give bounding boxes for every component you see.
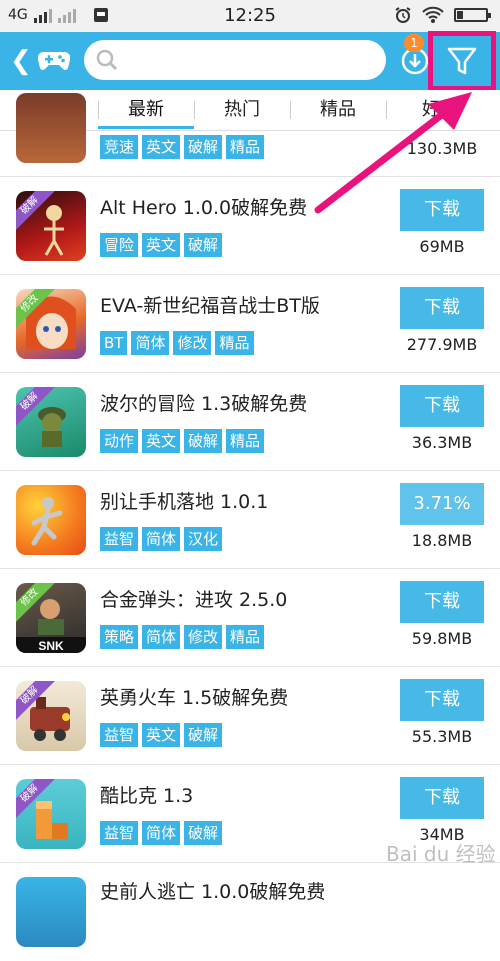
cube-blocks-icon: 破解: [16, 779, 86, 849]
back-icon[interactable]: ❮: [10, 48, 32, 74]
tag: 破解: [184, 821, 223, 845]
app-title[interactable]: 英勇火车 1.5破解免费: [100, 683, 288, 710]
alarm-icon: [395, 7, 411, 23]
tag: 益智: [100, 527, 139, 551]
anime-girl-icon: 修改: [16, 289, 86, 359]
tag: 益智: [100, 723, 139, 747]
file-size: 277.9MB: [406, 335, 478, 354]
tag: 英文: [142, 429, 181, 453]
racing-game-icon: [16, 93, 86, 163]
tag: 英文: [142, 723, 181, 747]
gamepad-icon[interactable]: [38, 48, 70, 72]
tag: 简体: [142, 821, 181, 845]
tag: 策略: [100, 625, 139, 649]
tag: 简体: [131, 331, 170, 355]
app-icon: [16, 877, 86, 947]
app-title[interactable]: 酷比克 1.3: [100, 781, 193, 808]
list-item[interactable]: 修改 EVA-新世纪福音战士BT版 BT 简体 修改 精品 下载 277.9MB: [0, 275, 500, 373]
tag: 修改: [184, 625, 223, 649]
metal-slug-snk-icon: SNK 修改: [16, 583, 86, 653]
app-title[interactable]: 波尔的冒险 1.3破解免费: [100, 389, 307, 416]
search-input[interactable]: [84, 40, 386, 80]
download-button[interactable]: 下载: [400, 679, 484, 721]
tag: 汉化: [184, 527, 223, 551]
app-title[interactable]: 史前人逃亡 1.0.0破解免费: [100, 877, 325, 904]
battery-icon: [454, 8, 491, 22]
tag: 益智: [100, 821, 139, 845]
list-item[interactable]: SNK 修改 合金弹头：进攻 2.5.0 策略 简体 修改 精品 下载 59.8…: [0, 569, 500, 667]
svg-text:SNK: SNK: [38, 639, 64, 653]
train-icon: 破解: [16, 681, 86, 751]
tag: 竞速: [100, 135, 139, 159]
download-button[interactable]: 下载: [400, 385, 484, 427]
file-size: 36.3MB: [411, 433, 473, 452]
tag: 英文: [142, 233, 181, 257]
list-item[interactable]: 别让手机落地 1.0.1 益智 简体 汉化 3.71% 18.8MB: [0, 471, 500, 569]
app-title[interactable]: EVA-新世纪福音战士BT版: [100, 291, 320, 318]
tag: 简体: [142, 625, 181, 649]
list-item[interactable]: 破解 英勇火车 1.5破解免费 益智 英文 破解 下载 55.3MB: [0, 667, 500, 765]
download-button[interactable]: 下载: [400, 189, 484, 231]
list-item[interactable]: 竞速 英文 破解 精品 130.3MB: [0, 79, 500, 177]
running-man-icon: [16, 485, 86, 555]
download-progress-button[interactable]: 3.71%: [400, 483, 484, 525]
tag: 精品: [215, 331, 254, 355]
file-size: 55.3MB: [411, 727, 473, 746]
tag: BT: [100, 331, 128, 355]
filter-funnel-icon: [447, 47, 477, 75]
app-title[interactable]: Alt Hero 1.0.0破解免费: [100, 193, 307, 220]
soldier-adventure-icon: 破解: [16, 387, 86, 457]
tag: 冒险: [100, 233, 139, 257]
status-bar: 4G 12:25: [0, 0, 500, 32]
list-item[interactable]: 史前人逃亡 1.0.0破解免费: [0, 863, 500, 961]
tag: 破解: [184, 429, 223, 453]
tag: 简体: [142, 527, 181, 551]
download-count-badge: 1: [404, 34, 424, 52]
skeleton-hero-icon: 破解: [16, 191, 86, 261]
list-item[interactable]: 破解 波尔的冒险 1.3破解免费 动作 英文 破解 精品 下载 36.3MB: [0, 373, 500, 471]
tag: 精品: [226, 625, 265, 649]
tag: 英文: [142, 135, 181, 159]
tag: 破解: [184, 723, 223, 747]
download-button[interactable]: 下载: [400, 777, 484, 819]
app-title[interactable]: 别让手机落地 1.0.1: [100, 487, 268, 514]
file-size: 59.8MB: [411, 629, 473, 648]
tag: 精品: [226, 429, 265, 453]
tag: 破解: [184, 233, 223, 257]
watermark: Bai du 经验: [386, 842, 496, 866]
list-item[interactable]: 破解 Alt Hero 1.0.0破解免费 冒险 英文 破解 下载 69MB: [0, 177, 500, 275]
download-button[interactable]: 下载: [400, 581, 484, 623]
file-size: 130.3MB: [406, 139, 478, 158]
search-icon: [96, 49, 118, 71]
tag: 动作: [100, 429, 139, 453]
tag: 破解: [184, 135, 223, 159]
tag: 修改: [173, 331, 212, 355]
file-size: 18.8MB: [411, 531, 473, 550]
tag: 精品: [226, 135, 265, 159]
file-size: 69MB: [419, 237, 465, 256]
wifi-icon: [422, 6, 444, 23]
download-button[interactable]: 下载: [400, 287, 484, 329]
app-title[interactable]: 合金弹头：进攻 2.5.0: [100, 585, 287, 612]
